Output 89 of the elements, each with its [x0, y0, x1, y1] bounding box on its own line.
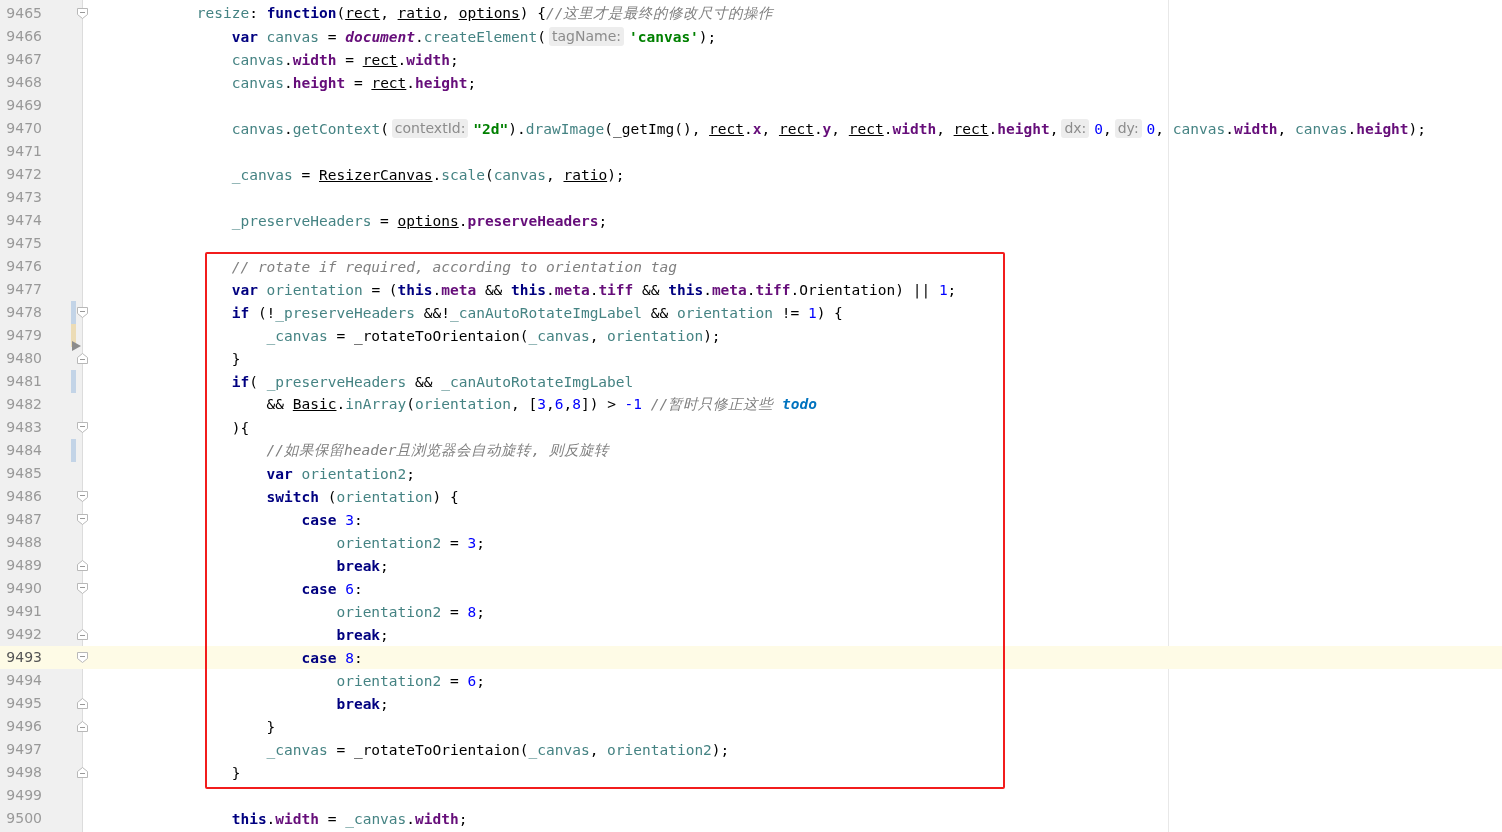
code-text: if( _preserveHeaders && _canAutoRotateImgLabel [231, 373, 634, 390]
fold-marker-icon[interactable] [77, 353, 88, 364]
fold-marker-icon[interactable] [77, 629, 88, 640]
code-text: case 8: [301, 649, 363, 666]
code-text: break; [336, 557, 389, 574]
line-number: 9468 [5, 73, 42, 92]
line-number: 9487 [5, 510, 42, 529]
line-number: 9471 [5, 142, 42, 161]
fold-marker-icon[interactable] [77, 583, 88, 594]
code-text: _canvas = _rotateToOrientaion(_canvas, orientation2); [266, 741, 730, 758]
code-text: break; [336, 626, 389, 643]
line-number: 9491 [5, 602, 42, 621]
line-number: 9492 [5, 625, 42, 644]
line-number: 9486 [5, 487, 42, 506]
fold-marker-icon[interactable] [77, 8, 88, 19]
code-text: canvas.getContext( [231, 120, 389, 137]
code-text: case 6: [301, 580, 363, 597]
line-number: 9466 [5, 27, 42, 46]
code-text: "2d").drawImage(_getImg(), rect.x, rect.y, rect.width, rect.height, [473, 120, 1059, 137]
line-number: 9496 [5, 717, 42, 736]
line-number: 9474 [5, 211, 42, 230]
code-text: 0, [1094, 120, 1112, 137]
line-number: 9472 [5, 165, 42, 184]
line-number: 9497 [5, 740, 42, 759]
fold-marker-icon[interactable] [77, 721, 88, 732]
line-number: 9488 [5, 533, 42, 552]
code-text: orientation2 = 6; [336, 672, 485, 689]
code-text: } [231, 350, 241, 367]
code-text: break; [336, 695, 389, 712]
fold-marker-icon[interactable] [77, 652, 88, 663]
fold-marker-icon[interactable] [77, 422, 88, 433]
fold-marker-icon[interactable] [77, 514, 88, 525]
fold-marker-icon[interactable] [77, 560, 88, 571]
code-text: 0, canvas.width, canvas.height); [1146, 120, 1427, 137]
line-number: 9493 [5, 648, 42, 667]
parameter-hint: dx: [1061, 119, 1090, 138]
code-text: 'canvas'); [629, 28, 717, 45]
line-number: 9475 [5, 234, 42, 253]
fold-marker-icon[interactable] [77, 491, 88, 502]
parameter-hint: tagName: [549, 27, 624, 46]
code-text: // rotate if required, according to orientation tag [231, 258, 677, 275]
code-text: this.width = _canvas.width; [231, 810, 468, 827]
code-text: _preserveHeaders = options.preserveHeaders; [231, 212, 608, 229]
code-text: canvas.height = rect.height; [231, 74, 477, 91]
code-text: //如果保留header且浏览器会自动旋转, 则反旋转 [266, 441, 609, 460]
code-text: orientation2 = 8; [336, 603, 485, 620]
code-text: case 3: [301, 511, 363, 528]
line-number: 9477 [5, 280, 42, 299]
fold-marker-icon[interactable] [77, 767, 88, 778]
code-text: resize: function(rect, ratio, options) {//这里才是最终的修改尺寸的操作 [196, 4, 774, 23]
deleted-lines-marker[interactable] [72, 341, 81, 351]
line-number: 9495 [5, 694, 42, 713]
code-text: } [231, 764, 241, 781]
code-text: ){ [231, 419, 250, 436]
line-number: 9490 [5, 579, 42, 598]
line-number: 9494 [5, 671, 42, 690]
parameter-hint: dy: [1114, 119, 1142, 138]
code-text: var canvas = document.createElement( [231, 28, 546, 45]
code-text: } [266, 718, 276, 735]
line-number: 9499 [5, 786, 42, 805]
code-text: _canvas = ResizerCanvas.scale(canvas, ratio); [231, 166, 625, 183]
line-number: 9484 [5, 441, 42, 460]
line-number: 9473 [5, 188, 42, 207]
line-number: 9467 [5, 50, 42, 69]
line-number: 9498 [5, 763, 42, 782]
line-number: 9470 [5, 119, 42, 138]
line-number: 9483 [5, 418, 42, 437]
fold-marker-icon[interactable] [77, 307, 88, 318]
code-text: var orientation = (this.meta && this.meta.tiff && this.meta.tiff.Orientation) || 1; [231, 281, 957, 298]
line-number: 9480 [5, 349, 42, 368]
code-text: var orientation2; [266, 465, 416, 482]
code-text: switch (orientation) { [266, 488, 459, 505]
line-number: 9478 [5, 303, 42, 322]
line-number: 9465 [5, 4, 42, 23]
line-number: 9476 [5, 257, 42, 276]
line-number: 9481 [5, 372, 42, 391]
line-number: 9479 [5, 326, 42, 345]
line-number: 9500 [5, 809, 42, 828]
code-text: _canvas = _rotateToOrientaion(_canvas, orientation); [266, 327, 721, 344]
code-text: canvas.width = rect.width; [231, 51, 459, 68]
code-text: orientation2 = 3; [336, 534, 485, 551]
line-number: 9482 [5, 395, 42, 414]
line-number: 9489 [5, 556, 42, 575]
parameter-hint: contextId: [391, 119, 469, 138]
line-number: 9485 [5, 464, 42, 483]
fold-marker-icon[interactable] [77, 698, 88, 709]
code-text: if (!_preserveHeaders &&!_canAutoRotateImgLabel && orientation != 1) { [231, 304, 843, 321]
code-text: && Basic.inArray(orientation, [3,6,8]) > -1 //暂时只修正这些 todo [266, 395, 817, 414]
line-number: 9469 [5, 96, 42, 115]
